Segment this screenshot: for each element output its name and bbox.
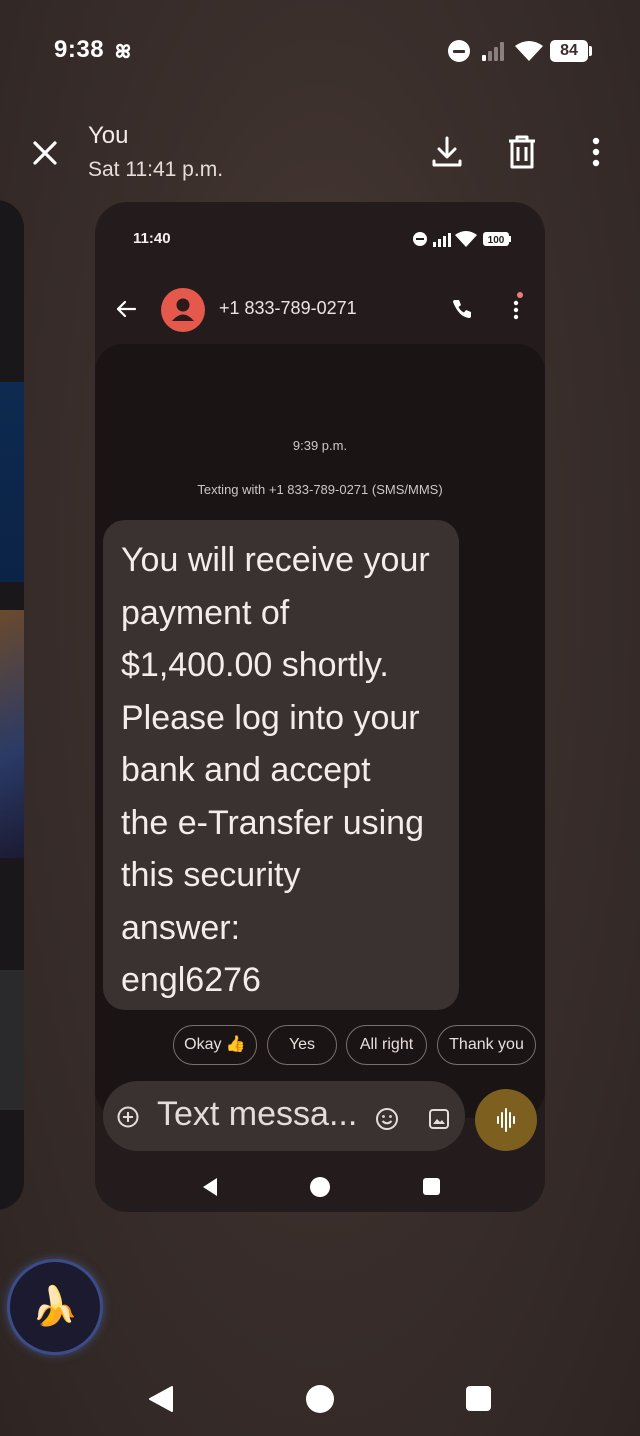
smart-reply-all-right[interactable]: All right [346, 1025, 427, 1065]
back-arrow-icon[interactable] [115, 298, 137, 320]
person-icon [172, 298, 194, 321]
inner-nav-recents-icon [423, 1178, 440, 1195]
message-line: You will receive your [121, 541, 430, 579]
contact-name: +1 833-789-0271 [219, 298, 357, 318]
message-line: answer: [121, 908, 241, 947]
timestamp-subtitle: Sat 11:41 p.m. [88, 158, 224, 181]
inner-nav-home-icon [310, 1177, 330, 1197]
sender-title: You [88, 122, 129, 149]
inner-status-time: 11:40 [133, 230, 171, 247]
dnd-icon [448, 40, 470, 62]
texting-info: Texting with +1 833-789-0271 (SMS/MMS) [197, 482, 443, 497]
trash-icon[interactable] [506, 134, 538, 170]
voice-icon [497, 1108, 515, 1132]
pinwheel-icon [115, 43, 131, 59]
message-input[interactable]: Text messa... [157, 1095, 357, 1134]
more-vert-icon[interactable] [584, 134, 608, 170]
message-line: the e-Transfer using [121, 803, 424, 842]
image-icon[interactable] [427, 1107, 451, 1131]
more-vert-icon[interactable] [509, 298, 523, 322]
message-line: this security [121, 856, 301, 894]
status-time: 9:38 [54, 36, 105, 63]
nav-home-button[interactable] [306, 1385, 334, 1413]
message-line: payment of [121, 593, 290, 632]
smart-reply-thank-you[interactable]: Thank you [437, 1025, 536, 1065]
message-line: engl6276 [121, 961, 261, 999]
message-timestamp: 9:39 p.m. [292, 438, 348, 453]
emoji-icon[interactable] [375, 1107, 399, 1131]
message-composer[interactable]: Text messa... [103, 1081, 465, 1151]
nav-back-icon[interactable] [146, 1384, 176, 1414]
message-bubble[interactable]: You will receive your payment of $1,400.… [103, 520, 459, 1010]
message-line: Please log into your [121, 698, 420, 737]
voice-message-button[interactable] [475, 1089, 537, 1151]
screenshot-preview: 11:40 100 +1 833-789-0271 9:39 p.m. Text… [95, 202, 545, 1212]
phone-icon[interactable] [451, 298, 473, 320]
message-line: $1,400.00 shortly. [121, 646, 389, 684]
avatar[interactable] [161, 288, 205, 332]
signal-icon [482, 42, 504, 61]
smart-reply-okay[interactable]: Okay 👍 [173, 1025, 257, 1065]
previous-screenshot-card[interactable] [0, 200, 24, 1210]
notification-dot [517, 292, 523, 298]
inner-battery-level: 100 [488, 235, 505, 246]
message-line: bank and accept [121, 751, 371, 789]
floating-banana-bubble[interactable]: 🍌 [10, 1262, 100, 1352]
card-preview-dark [0, 970, 24, 1110]
wifi-icon [515, 41, 543, 61]
add-icon[interactable] [117, 1106, 139, 1128]
card-preview-image [0, 610, 24, 858]
inner-status-icons: 100 [413, 231, 511, 247]
battery-tip [589, 46, 592, 56]
close-icon[interactable] [28, 136, 62, 170]
inner-nav-back-icon [203, 1178, 217, 1196]
download-icon[interactable] [430, 134, 464, 170]
card-preview-panel [0, 382, 24, 582]
nav-recents-button[interactable] [466, 1386, 491, 1411]
smart-reply-yes[interactable]: Yes [267, 1025, 337, 1065]
battery-indicator: 84 [550, 40, 588, 62]
